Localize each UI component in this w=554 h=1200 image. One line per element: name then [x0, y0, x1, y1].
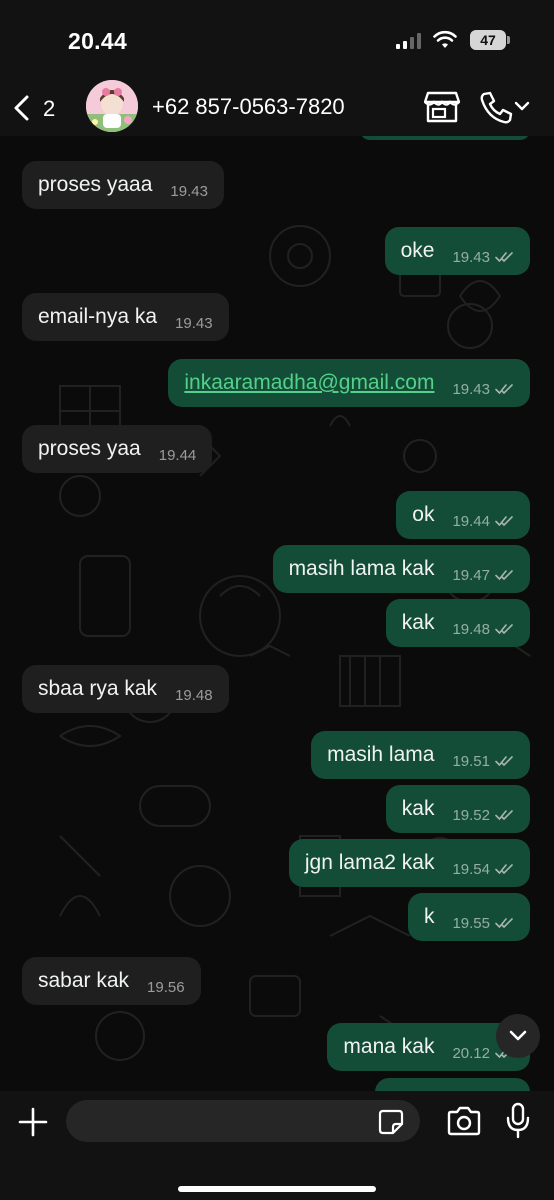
message-text: proses yaaa [38, 173, 153, 196]
previous-message-edge [360, 136, 530, 140]
back-button[interactable]: 2 [10, 88, 62, 128]
message-time: 19.47 [452, 566, 490, 584]
message-time: 19.54 [452, 860, 490, 878]
read-ticks-icon [495, 756, 513, 766]
chevron-down-icon [514, 101, 530, 111]
message-text: sbaa rya kak [38, 677, 158, 700]
message-link[interactable]: inkaaramadha@gmail.com [184, 371, 434, 395]
battery-icon: 47 [470, 30, 510, 50]
next-message-edge [375, 1078, 530, 1091]
message-text: masih lama [327, 743, 435, 766]
message-time: 19.51 [452, 752, 490, 770]
message-text: kak [401, 611, 435, 634]
message-time: 20.12 [452, 1044, 490, 1062]
message-text: k [423, 905, 435, 928]
incoming-message[interactable]: sabar kak 19.56 [22, 957, 201, 1005]
store-icon[interactable] [424, 90, 460, 124]
outgoing-message[interactable]: oke 19.43 [384, 227, 530, 275]
input-bar [0, 1091, 554, 1200]
contact-name[interactable]: +62 857-0563-7820 [152, 94, 345, 120]
chevron-left-icon [14, 95, 29, 121]
read-ticks-icon [495, 570, 513, 580]
outgoing-message[interactable]: k 19.55 [407, 893, 530, 941]
sticker-icon[interactable] [378, 1109, 404, 1135]
message-time: 19.48 [452, 620, 490, 638]
message-text: ok [412, 503, 435, 526]
incoming-message[interactable]: proses yaaa 19.43 [22, 161, 224, 209]
message-text: email-nya ka [38, 305, 158, 328]
message-time: 19.44 [158, 446, 197, 464]
message-time: 19.52 [452, 806, 490, 824]
avatar-image [86, 80, 138, 132]
read-ticks-icon [495, 810, 513, 820]
outgoing-message[interactable]: masih lama kak 19.47 [272, 545, 530, 593]
message-text: sabar kak [38, 969, 130, 992]
incoming-message[interactable]: email-nya ka 19.43 [22, 293, 229, 341]
message-text: proses yaa [38, 437, 141, 460]
status-bar: 20.44 47 [0, 0, 554, 80]
outgoing-message[interactable]: jgn lama2 kak 19.54 [288, 839, 530, 887]
unread-count: 2 [43, 96, 56, 121]
message-text: mana kak [343, 1035, 435, 1058]
message-text: oke [400, 239, 435, 262]
plus-icon[interactable] [16, 1105, 50, 1139]
message-time: 19.55 [452, 914, 490, 932]
message-time: 19.43 [452, 380, 490, 398]
message-text: jgn lama2 kak [304, 851, 435, 874]
chevron-down-icon [509, 1030, 527, 1041]
outgoing-message[interactable]: masih lama 19.51 [311, 731, 530, 779]
signal-icon [396, 33, 422, 49]
wifi-icon [433, 30, 457, 48]
avatar[interactable] [86, 80, 138, 132]
message-text: kak [401, 797, 435, 820]
message-time: 19.43 [170, 182, 208, 200]
incoming-message[interactable]: proses yaa 19.44 [22, 425, 213, 473]
message-time: 19.44 [452, 512, 490, 530]
read-ticks-icon [495, 918, 513, 928]
message-input[interactable] [66, 1100, 420, 1142]
chat-area[interactable]: proses yaaa 19.43 oke 19.43 email-nya ka 19.4… [0, 136, 554, 1091]
read-ticks-icon [495, 252, 513, 262]
outgoing-message[interactable]: ok 19.44 [396, 491, 530, 539]
message-time: 19.43 [175, 314, 213, 332]
camera-icon[interactable] [446, 1106, 482, 1136]
message-time: 19.48 [175, 686, 213, 704]
outgoing-message[interactable]: kak 19.48 [385, 599, 530, 647]
message-time: 19.56 [147, 978, 185, 996]
message-time: 19.43 [452, 248, 490, 266]
read-ticks-icon [495, 516, 513, 526]
read-ticks-icon [495, 384, 513, 394]
scroll-to-bottom-button[interactable] [496, 1014, 540, 1058]
message-text: masih lama kak [288, 557, 435, 580]
phone-icon[interactable] [478, 90, 530, 124]
outgoing-message[interactable]: inkaaramadha@gmail.com 19.43 [168, 359, 530, 407]
chat-header: 2 +62 857-0563-7820 [0, 80, 554, 136]
read-ticks-icon [495, 624, 513, 634]
home-indicator[interactable] [178, 1186, 376, 1192]
read-ticks-icon [495, 864, 513, 874]
outgoing-message[interactable]: kak 19.52 [385, 785, 530, 833]
microphone-icon[interactable] [505, 1102, 531, 1140]
incoming-message[interactable]: sbaa rya kak 19.48 [22, 665, 229, 713]
status-time: 20.44 [68, 28, 128, 54]
